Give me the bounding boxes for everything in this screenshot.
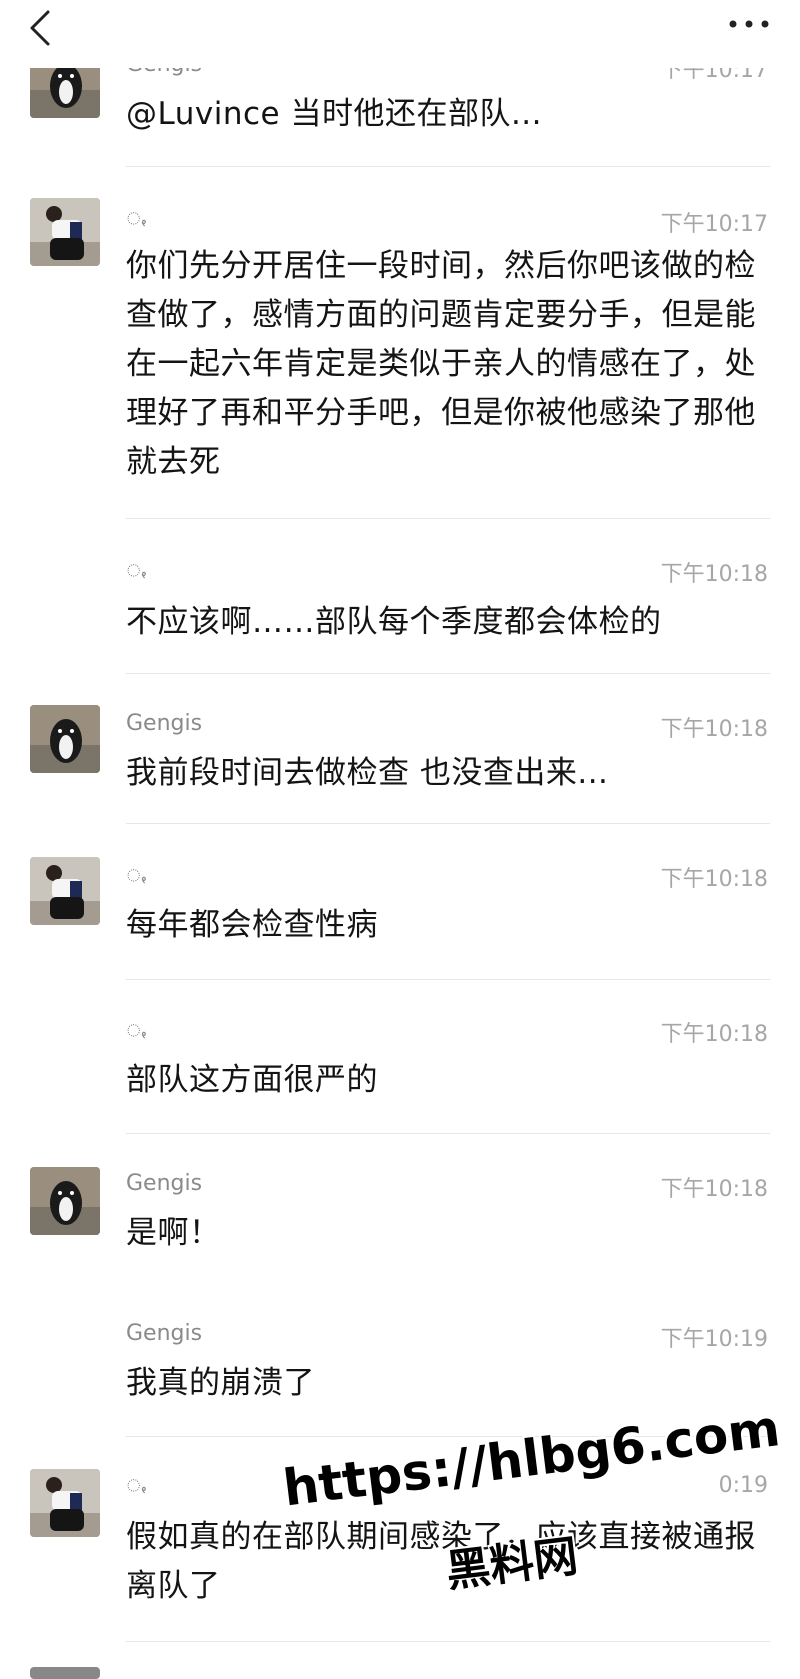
comment-time: 下午10:19 — [660, 1327, 768, 1352]
comment-author[interactable]: Gengis — [126, 711, 202, 736]
back-button[interactable] — [22, 6, 62, 50]
comment-item[interactable]: ꩻ 下午10:17 你们先分开居住一段时间，然后你吧该做的检查做了，感情方面的问… — [0, 170, 800, 520]
comment-time: 下午10:18 — [660, 562, 768, 587]
comment-text: 每年都会检查性病 — [126, 907, 378, 943]
comment-author[interactable]: ꩻ — [126, 857, 147, 893]
comment-item[interactable]: ꩻ 下午10:18 部队这方面很严的 — [0, 980, 800, 1135]
comment-text: 我真的崩溃了 — [126, 1365, 315, 1401]
comment-text: 我前段时间去做检查 也没查出来... — [126, 755, 609, 791]
comment-feed: Gengis 下午10:17 @Luvince 当时他还在部队... ꩻ 下午1… — [0, 0, 800, 1679]
dog-avatar[interactable] — [30, 705, 100, 773]
divider — [126, 1641, 770, 1642]
dog-avatar[interactable] — [30, 1667, 100, 1679]
more-button[interactable] — [724, 8, 774, 38]
divider — [126, 166, 770, 167]
comment-time: 下午10:18 — [660, 717, 768, 742]
comment-item[interactable]: Gengis 下午10:18 是啊！ — [0, 1135, 800, 1285]
divider — [126, 673, 770, 674]
divider — [126, 823, 770, 824]
comment-author[interactable]: ꩻ — [126, 1012, 147, 1048]
person-avatar[interactable] — [30, 857, 100, 925]
comment-time: 下午10:18 — [660, 1022, 768, 1047]
comment-item[interactable]: ꩻ 下午10:18 不应该啊……部队每个季度都会体检的 — [0, 520, 800, 675]
comment-text: 部队这方面很严的 — [126, 1062, 378, 1098]
comment-text: 假如真的在部队期间感染了，应该直接被通报离队了 — [126, 1519, 756, 1604]
person-avatar[interactable] — [30, 1469, 100, 1537]
comment-time: 下午10:18 — [660, 1177, 768, 1202]
more-dots-icon — [729, 20, 769, 28]
comment-time: 下午10:18 — [660, 867, 768, 892]
divider — [126, 1133, 770, 1134]
back-chevron-icon — [30, 10, 50, 46]
comment-text: 是啊！ — [126, 1215, 221, 1251]
comment-item[interactable]: Gengis 下午10:19 我真的崩溃了 — [0, 1285, 800, 1437]
comment-author[interactable]: ꩻ — [126, 552, 147, 588]
comment-text: @Luvince 当时他还在部队... — [126, 96, 543, 132]
comment-item[interactable]: Gengis 下午10:18 我前段时间去做检查 也没查出来... — [0, 675, 800, 825]
person-avatar[interactable] — [30, 198, 100, 266]
top-bar — [0, 0, 800, 68]
comment-text: 你们先分开居住一段时间，然后你吧该做的检查做了，感情方面的问题肯定要分手，但是能… — [126, 248, 756, 480]
comment-author[interactable]: ꩻ — [126, 200, 147, 236]
comment-item[interactable]: ꩻ 下午10:18 每年都会检查性病 — [0, 825, 800, 980]
comment-author[interactable]: ꩻ — [126, 1467, 147, 1503]
dog-avatar[interactable] — [30, 1167, 100, 1235]
comment-author[interactable]: Gengis — [126, 1321, 202, 1346]
comment-time: 0:19 — [718, 1473, 768, 1498]
divider — [126, 518, 770, 519]
comment-author[interactable]: Gengis — [126, 1171, 202, 1196]
comment-text: 不应该啊……部队每个季度都会体检的 — [126, 604, 662, 640]
comment-item[interactable]: ꩻ 0:19 假如真的在部队期间感染了，应该直接被通报离队了 — [0, 1437, 800, 1679]
comment-time: 下午10:17 — [660, 212, 768, 237]
